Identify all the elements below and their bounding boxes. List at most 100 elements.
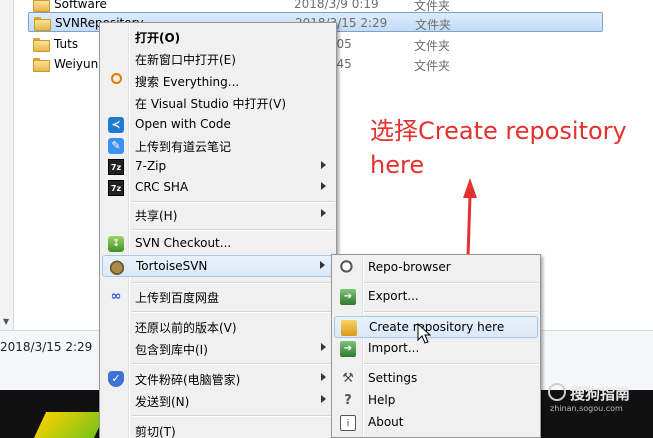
menu-separator (132, 311, 334, 313)
menu-item-label: 7-Zip (135, 159, 167, 173)
menu-item-label: 共享(H) (135, 209, 178, 223)
menu-item-open-new-window[interactable]: 在新窗口中打开(E) (102, 48, 334, 70)
7zip-icon: 7z (108, 180, 124, 196)
scrollbar[interactable]: ▼ (0, 0, 14, 330)
menu-item-label: Create repository here (369, 320, 505, 334)
tortoisesvn-submenu: Repo-browser ➔ Export... Create reposito… (331, 254, 541, 438)
menu-item-send-to[interactable]: 发送到(N) (102, 390, 334, 412)
submenu-arrow-icon (321, 343, 326, 351)
menu-item-label: Repo-browser (368, 260, 451, 274)
submenu-arrow-icon (321, 161, 326, 169)
baidu-icon: ∞ (110, 289, 122, 304)
menu-item-cut[interactable]: 剪切(T) (102, 420, 334, 438)
taskbar-decoration (33, 412, 107, 438)
instruction-annotation: 选择Create repository here (370, 114, 645, 182)
menu-item-open[interactable]: 打开(O) (102, 26, 334, 48)
menu-item-open-visual-studio[interactable]: 在 Visual Studio 中打开(V) (102, 92, 334, 114)
menu-item-label: 在新窗口中打开(E) (135, 53, 236, 67)
watermark-url: zhinan.sogou.com (550, 404, 623, 413)
menu-item-baidu-upload[interactable]: ∞ 上传到百度网盘 (102, 286, 334, 308)
menu-item-label: Export... (368, 289, 419, 303)
create-repo-icon (341, 320, 357, 336)
menu-item-label: SVN Checkout... (135, 236, 232, 250)
menu-item-import[interactable]: ➔ Import... (334, 338, 538, 360)
vscode-icon: ≺ (108, 117, 124, 133)
7zip-icon: 7z (108, 159, 124, 175)
menu-item-share[interactable]: 共享(H) (102, 204, 334, 226)
watermark-title: 搜狗指南 (570, 385, 631, 403)
menu-item-label: CRC SHA (135, 180, 189, 194)
menu-item-label: Help (368, 393, 396, 407)
search-icon (111, 73, 122, 84)
annotation-line-2: here (370, 151, 425, 179)
folder-icon (33, 38, 50, 52)
shield-icon: ✓ (108, 371, 124, 387)
import-icon: ➔ (340, 341, 356, 357)
about-icon: i (340, 415, 356, 431)
submenu-arrow-icon (321, 182, 326, 190)
menu-item-export[interactable]: ➔ Export... (334, 286, 538, 308)
menu-item-label: 发送到(N) (135, 395, 190, 409)
status-date: 2018/3/15 2:29 (0, 340, 93, 354)
file-name: Tuts (54, 37, 79, 51)
folder-icon (34, 17, 51, 31)
menu-separator (364, 363, 538, 365)
submenu-arrow-icon (320, 261, 325, 269)
menu-separator (132, 415, 334, 417)
help-icon: ? (344, 393, 352, 408)
menu-item-help[interactable]: ? Help (334, 390, 538, 412)
menu-separator (132, 229, 334, 231)
menu-item-label: About (368, 415, 404, 429)
file-date: 2018/3/9 0:19 (294, 0, 379, 11)
mouse-cursor-icon (417, 323, 432, 344)
menu-item-label: 上传到百度网盘 (135, 291, 220, 305)
menu-item-svn-checkout[interactable]: ↧ SVN Checkout... (102, 233, 334, 255)
menu-item-open-with-code[interactable]: ≺ Open with Code (102, 114, 334, 136)
file-type: 文件夹 (414, 59, 451, 73)
context-menu: 打开(O) 在新窗口中打开(E) 搜索 Everything... 在 Visu… (99, 22, 337, 438)
sogou-logo-icon (548, 383, 566, 401)
folder-icon (33, 0, 50, 12)
folder-icon (33, 58, 50, 72)
scroll-down-icon[interactable]: ▼ (3, 317, 9, 326)
submenu-arrow-icon (321, 395, 326, 403)
menu-item-tortoisesvn[interactable]: TortoiseSVN (102, 255, 334, 277)
menu-separator (364, 282, 538, 284)
submenu-arrow-icon (321, 373, 326, 381)
file-type: 文件夹 (414, 39, 451, 53)
menu-separator (132, 363, 334, 365)
menu-item-restore-versions[interactable]: 还原以前的版本(V) (102, 316, 334, 338)
svn-checkout-icon: ↧ (108, 236, 124, 252)
watermark: 搜狗指南 zhinan.sogou.com (548, 382, 653, 416)
menu-separator (132, 282, 334, 284)
menu-item-label: 包含到库中(I) (135, 343, 208, 357)
menu-item-label: Import... (368, 341, 420, 355)
menu-item-label: 在 Visual Studio 中打开(V) (135, 97, 287, 111)
menu-item-crc-sha[interactable]: 7z CRC SHA (102, 177, 334, 199)
menu-item-label: Settings (368, 371, 418, 385)
menu-item-7zip[interactable]: 7z 7-Zip (102, 156, 334, 178)
submenu-arrow-icon (321, 209, 326, 217)
youdao-note-icon: ✎ (108, 138, 124, 154)
menu-item-settings[interactable]: ⚒ Settings (334, 368, 538, 390)
annotation-line-1: 选择Create repository (370, 117, 627, 145)
menu-item-repo-browser[interactable]: Repo-browser (334, 257, 538, 279)
settings-icon: ⚒ (342, 371, 354, 386)
menu-item-create-repository[interactable]: Create repository here (334, 316, 538, 338)
menu-item-file-shredder[interactable]: ✓ 文件粉碎(电脑管家) (102, 368, 334, 390)
repo-browser-icon (340, 260, 356, 276)
menu-item-label: TortoiseSVN (136, 259, 208, 273)
menu-separator (132, 201, 334, 203)
menu-item-search-everything[interactable]: 搜索 Everything... (102, 70, 334, 92)
menu-item-label: Open with Code (135, 117, 231, 131)
file-type: 文件夹 (415, 18, 452, 32)
menu-item-youdao-note[interactable]: ✎ 上传到有道云笔记 (102, 135, 334, 157)
menu-item-label: 文件粉碎(电脑管家) (135, 373, 241, 387)
menu-item-label: 上传到有道云笔记 (135, 140, 232, 154)
menu-item-label: 搜索 Everything... (135, 75, 240, 89)
menu-item-about[interactable]: i About (334, 412, 538, 434)
menu-separator (364, 311, 538, 313)
menu-item-label: 剪切(T) (135, 425, 176, 438)
menu-item-include-library[interactable]: 包含到库中(I) (102, 338, 334, 360)
export-icon: ➔ (340, 289, 356, 305)
